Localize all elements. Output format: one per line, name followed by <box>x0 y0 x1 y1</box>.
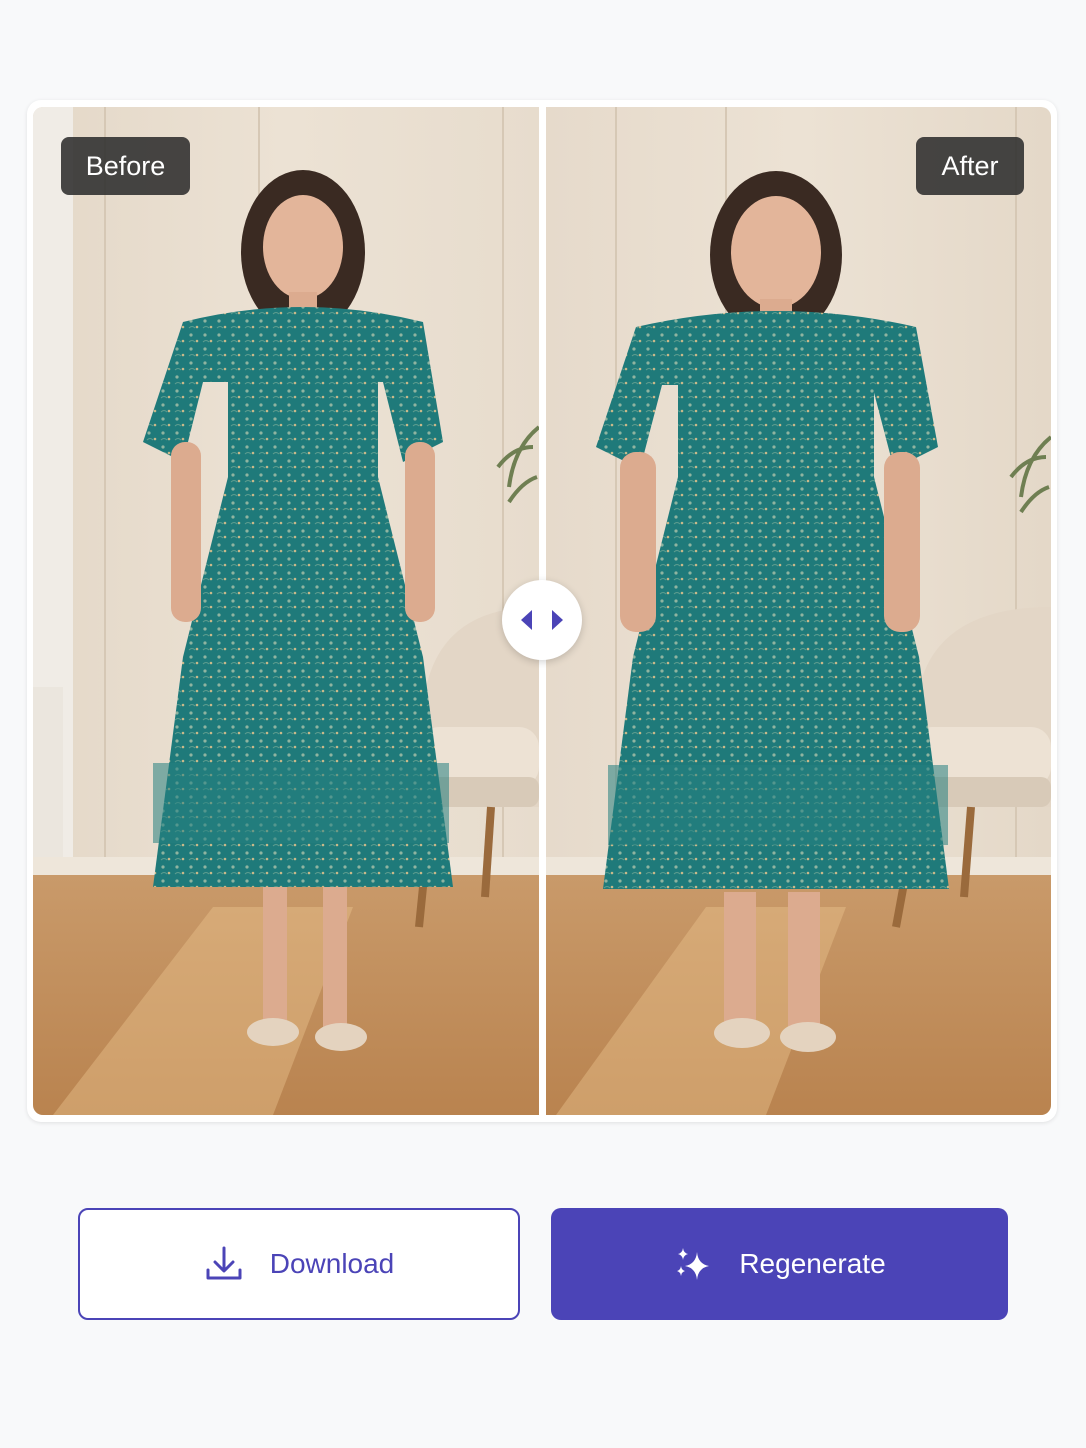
download-button-label: Download <box>269 1248 395 1279</box>
before-label: Before <box>61 137 190 195</box>
download-icon <box>204 1244 244 1284</box>
after-image <box>546 107 1051 1115</box>
after-label: After <box>916 137 1024 195</box>
before-after-comparison: Before After <box>27 100 1057 1122</box>
sparkle-icon <box>673 1244 713 1284</box>
regenerate-button[interactable]: Regenerate <box>551 1208 1008 1320</box>
download-button[interactable]: Download <box>78 1208 520 1320</box>
regenerate-button-label: Regenerate <box>739 1248 886 1279</box>
before-image <box>33 107 539 1115</box>
split-slider-handle[interactable] <box>502 580 582 660</box>
left-right-arrows-icon <box>521 610 563 630</box>
